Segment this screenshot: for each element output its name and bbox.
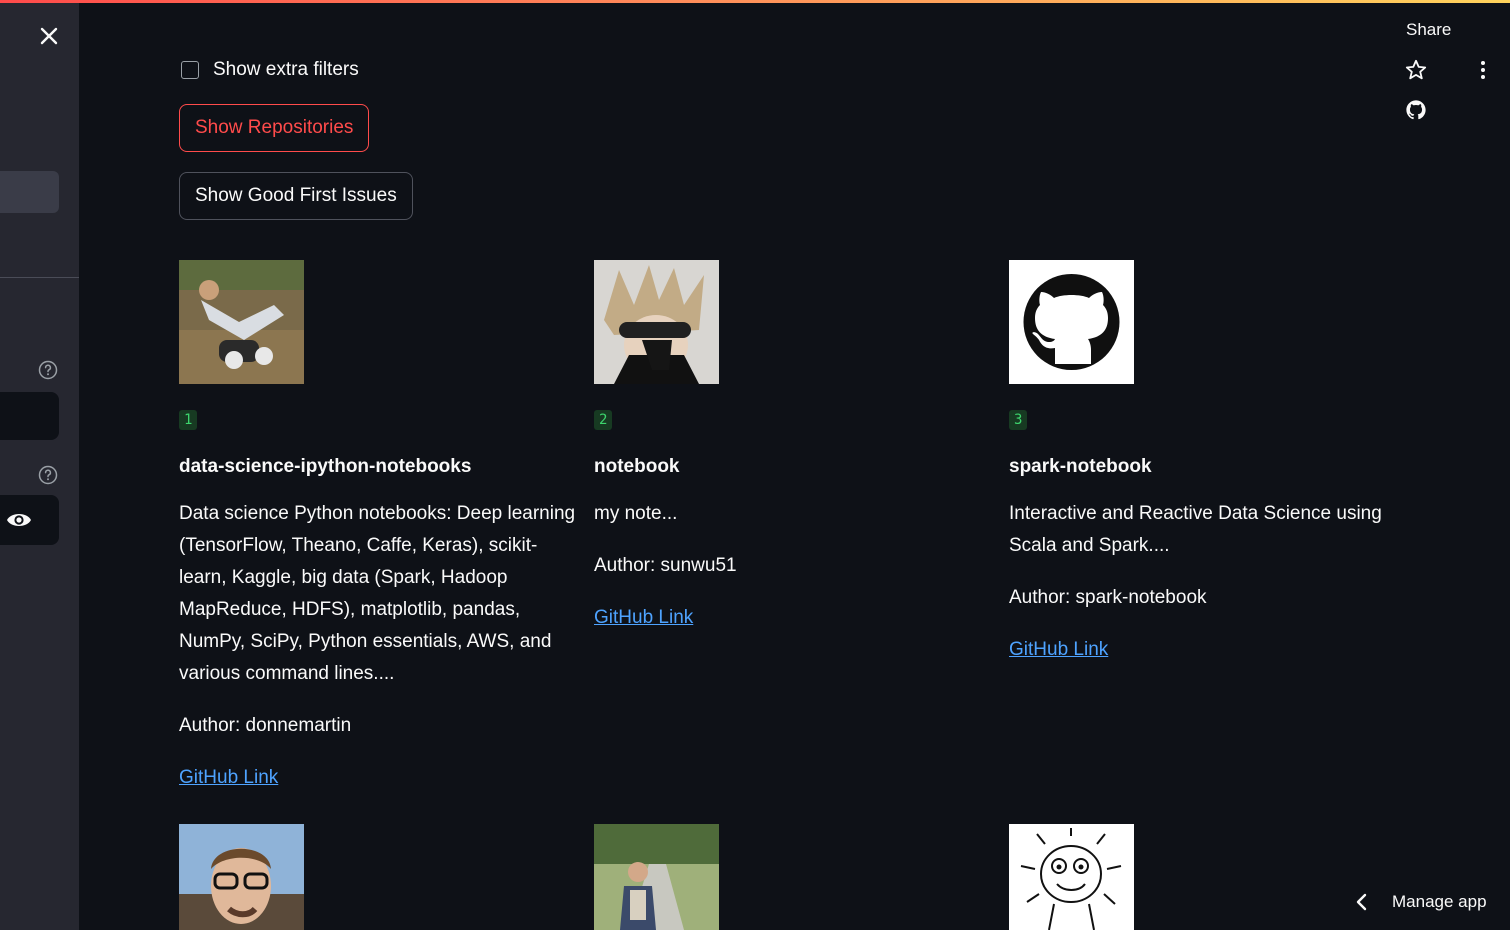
question-circle-icon[interactable] [38, 465, 58, 485]
sidebar-divider [0, 277, 79, 278]
repo-owner-avatar [179, 824, 304, 930]
manage-app-label: Manage app [1392, 892, 1487, 911]
share-button[interactable]: Share [1406, 20, 1451, 40]
sidebar-password-input[interactable] [0, 495, 59, 545]
close-icon[interactable] [36, 23, 62, 49]
sidebar-select-input[interactable] [0, 392, 59, 440]
eye-icon[interactable] [6, 509, 32, 531]
manage-app-button[interactable]: Manage app [1352, 891, 1487, 913]
repo-owner-avatar [1009, 824, 1134, 930]
chevron-left-icon [1356, 893, 1367, 911]
github-link[interactable]: GitHub Link [594, 602, 693, 634]
star-icon[interactable] [1404, 58, 1428, 82]
rank-badge: 1 [179, 410, 198, 430]
repo-description: my note... [594, 503, 678, 524]
question-circle-icon[interactable] [38, 360, 58, 380]
rank-badge: 2 [594, 410, 613, 430]
repo-owner-avatar [594, 260, 719, 384]
checkbox-label: Show extra filters [213, 59, 359, 80]
sidebar-text-input[interactable] [0, 171, 59, 213]
repo-card: 1 data-science-ipython-notebooks Data sc… [179, 260, 579, 794]
repo-name: notebook [594, 456, 680, 477]
repo-description: Data science Python notebooks: Deep lear… [179, 503, 576, 684]
more-vertical-icon[interactable] [1474, 58, 1492, 82]
top-decoration-bar [0, 0, 1510, 3]
github-link[interactable]: GitHub Link [1009, 634, 1108, 666]
github-link[interactable]: GitHub Link [179, 762, 278, 794]
repo-author: Author: sunwu51 [594, 555, 737, 576]
github-logo-avatar [1009, 260, 1134, 384]
extra-filters-checkbox[interactable]: Show extra filters [181, 59, 359, 81]
repo-owner-avatar [179, 260, 304, 384]
repo-description: Interactive and Reactive Data Science us… [1009, 503, 1382, 556]
rank-badge: 3 [1009, 410, 1028, 430]
repo-author: Author: spark-notebook [1009, 587, 1207, 608]
github-icon[interactable] [1405, 99, 1427, 121]
sidebar [0, 3, 79, 930]
show-repositories-button[interactable]: Show Repositories [179, 104, 370, 152]
repo-name: data-science-ipython-notebooks [179, 456, 472, 477]
repo-card: 2 notebook my note... Author: sunwu51 Gi… [594, 260, 954, 634]
repo-author: Author: donnemartin [179, 715, 352, 736]
show-good-first-issues-button[interactable]: Show Good First Issues [179, 172, 413, 220]
repo-card: 3 spark-notebook Interactive and Reactiv… [1009, 260, 1389, 666]
checkbox-box[interactable] [181, 61, 199, 79]
repo-name: spark-notebook [1009, 456, 1152, 477]
repo-owner-avatar [594, 824, 719, 930]
main-content: Show extra filters Show Repositories Sho… [79, 3, 1510, 930]
